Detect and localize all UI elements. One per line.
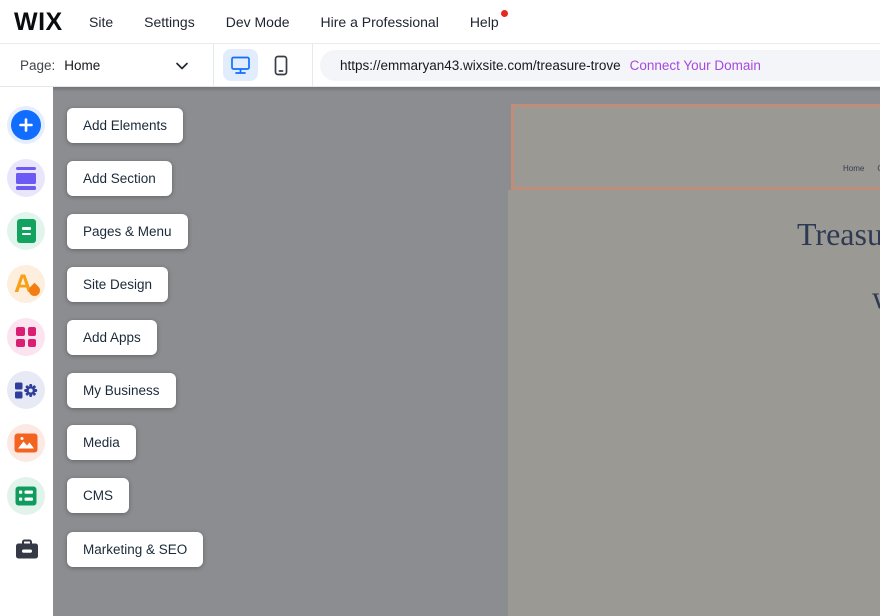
site-heading-line2[interactable]: w [872,279,880,316]
section-stack-icon [16,167,36,190]
my-business-icon-button[interactable] [7,371,45,409]
add-elements-icon-button[interactable] [7,106,45,144]
media-icon-button[interactable] [7,424,45,462]
menu-item-help[interactable]: Help [470,14,499,30]
desktop-icon [230,55,251,75]
mobile-icon [272,55,290,76]
help-label: Help [470,14,499,30]
add-apps-icon-button[interactable] [7,318,45,356]
site-header-section[interactable]: Home Ou [511,104,880,190]
wix-logo[interactable]: WIX [14,8,63,37]
editor-canvas: Add Elements Add Section Pages & Menu Si… [53,87,880,616]
site-design-button[interactable]: Site Design [67,267,168,302]
left-icon-bar: A [0,87,53,616]
site-design-icon-button[interactable]: A [7,265,45,303]
media-button[interactable]: Media [67,425,136,460]
plus-circle-icon [11,110,41,140]
mobile-view-button[interactable] [263,49,298,81]
cms-icon-button[interactable] [7,477,45,515]
paint-a-icon: A [11,269,41,299]
marketing-seo-icon-button[interactable] [14,537,40,561]
add-section-button[interactable]: Add Section [67,161,172,196]
add-apps-button[interactable]: Add Apps [67,320,157,355]
toolbar-divider [312,44,313,86]
site-nav-home[interactable]: Home [843,164,864,173]
site-nav: Home Ou [843,164,880,173]
connect-your-domain-link[interactable]: Connect Your Domain [630,58,761,73]
add-elements-button[interactable]: Add Elements [67,108,183,143]
chevron-down-icon [176,62,188,70]
photo-icon [14,433,38,453]
site-preview: Home Ou Treasure Trove w [508,104,880,616]
menu-item-site[interactable]: Site [89,14,113,30]
briefcase-icon [15,539,39,560]
pages-menu-icon-button[interactable] [7,212,45,250]
table-icon [15,486,37,506]
site-heading-line1[interactable]: Treasure Trove [797,216,880,253]
page-icon [17,219,36,243]
editor-toolbar: Page: Home https://emmaryan43.wixsite.co… [0,44,880,87]
page-label: Page: [20,58,55,73]
site-url: https://emmaryan43.wixsite.com/treasure-… [340,58,621,73]
pages-menu-button[interactable]: Pages & Menu [67,214,188,249]
cms-button[interactable]: CMS [67,478,129,513]
my-business-button[interactable]: My Business [67,373,176,408]
site-body-section[interactable]: Treasure Trove w [508,190,880,616]
site-url-bar: https://emmaryan43.wixsite.com/treasure-… [320,50,880,81]
device-toggle [223,49,298,81]
apps-grid-icon [16,327,36,347]
add-section-icon-button[interactable] [7,159,45,197]
menu-item-hire-a-professional[interactable]: Hire a Professional [321,14,439,30]
menu-item-dev-mode[interactable]: Dev Mode [226,14,290,30]
desktop-view-button[interactable] [223,49,258,81]
menu-item-settings[interactable]: Settings [144,14,195,30]
page-selector-dropdown[interactable]: Page: Home [20,44,188,86]
business-gear-icon [14,381,38,400]
top-bar: WIX Site Settings Dev Mode Hire a Profes… [0,0,880,44]
top-menu: Site Settings Dev Mode Hire a Profession… [89,0,499,44]
current-page-name: Home [64,58,100,73]
notification-dot-icon [501,10,508,17]
toolbar-divider [213,44,214,86]
marketing-seo-button[interactable]: Marketing & SEO [67,532,203,567]
